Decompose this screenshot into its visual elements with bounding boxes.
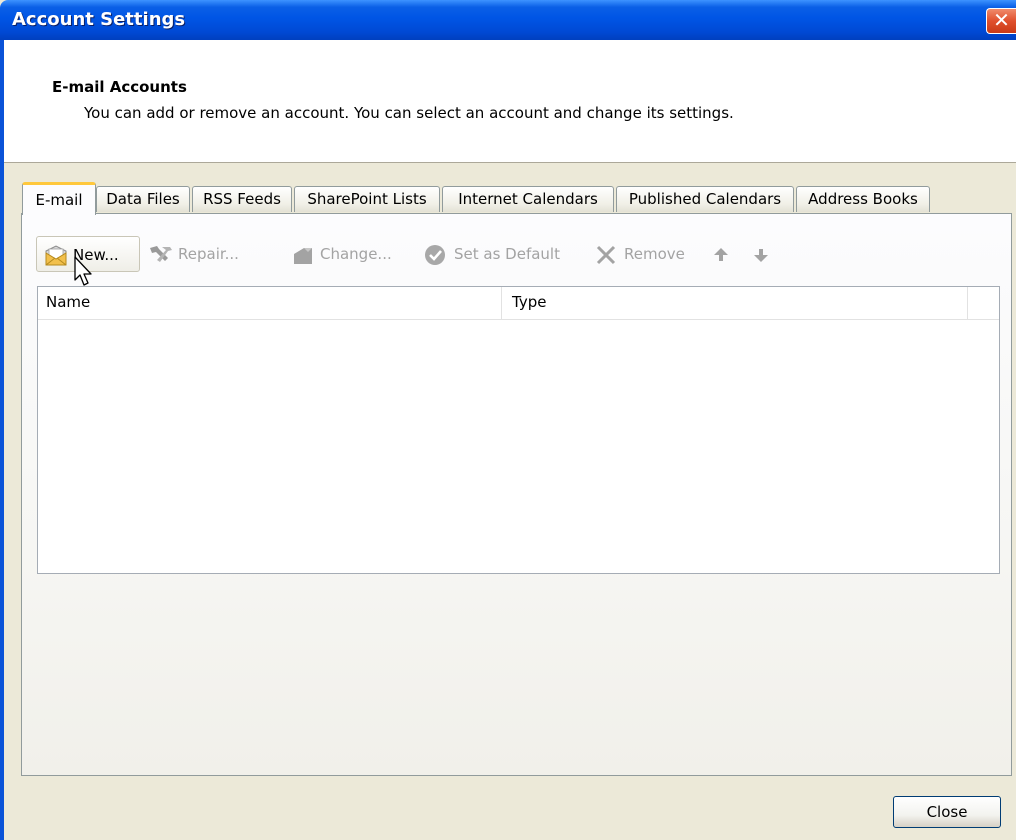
tab-address-books[interactable]: Address Books (796, 186, 930, 212)
remove-icon (594, 243, 618, 279)
dialog-header: E-mail Accounts You can add or remove an… (4, 40, 1016, 163)
change-label: Change... (320, 245, 392, 263)
list-header: Name Type (38, 287, 999, 320)
move-down-button[interactable] (752, 236, 772, 272)
tab-rss-feeds[interactable]: RSS Feeds (192, 186, 292, 212)
window-title: Account Settings (12, 9, 186, 30)
tab-data-files[interactable]: Data Files (96, 186, 190, 212)
email-tab-panel: New... Repair... Change... Set as Defaul… (21, 213, 1012, 776)
account-list[interactable]: Name Type (37, 286, 1000, 574)
new-mail-icon (43, 244, 69, 280)
tab-published-calendars[interactable]: Published Calendars (616, 186, 794, 212)
header-title: E-mail Accounts (52, 78, 187, 96)
mouse-cursor-icon (74, 256, 92, 286)
title-bar[interactable]: Account Settings ✕ (0, 0, 1016, 40)
set-as-default-label: Set as Default (454, 245, 560, 263)
tab-email[interactable]: E-mail (22, 182, 96, 215)
account-settings-window: Account Settings ✕ E-mail Accounts You c… (0, 0, 1016, 840)
column-header-type[interactable]: Type (502, 287, 968, 319)
tab-internet-calendars[interactable]: Internet Calendars (442, 186, 614, 212)
tab-sharepoint-lists[interactable]: SharePoint Lists (294, 186, 440, 212)
repair-icon (148, 243, 174, 279)
set-default-icon (424, 243, 448, 279)
repair-label: Repair... (178, 245, 239, 263)
close-button[interactable]: Close (893, 796, 1001, 828)
header-description: You can add or remove an account. You ca… (84, 104, 734, 122)
move-down-icon (752, 243, 770, 279)
window-close-icon[interactable]: ✕ (986, 8, 1016, 34)
move-up-icon (712, 243, 730, 279)
column-header-name[interactable]: Name (38, 287, 502, 319)
remove-label: Remove (624, 245, 685, 263)
move-up-button[interactable] (712, 236, 732, 272)
change-icon (290, 243, 316, 279)
